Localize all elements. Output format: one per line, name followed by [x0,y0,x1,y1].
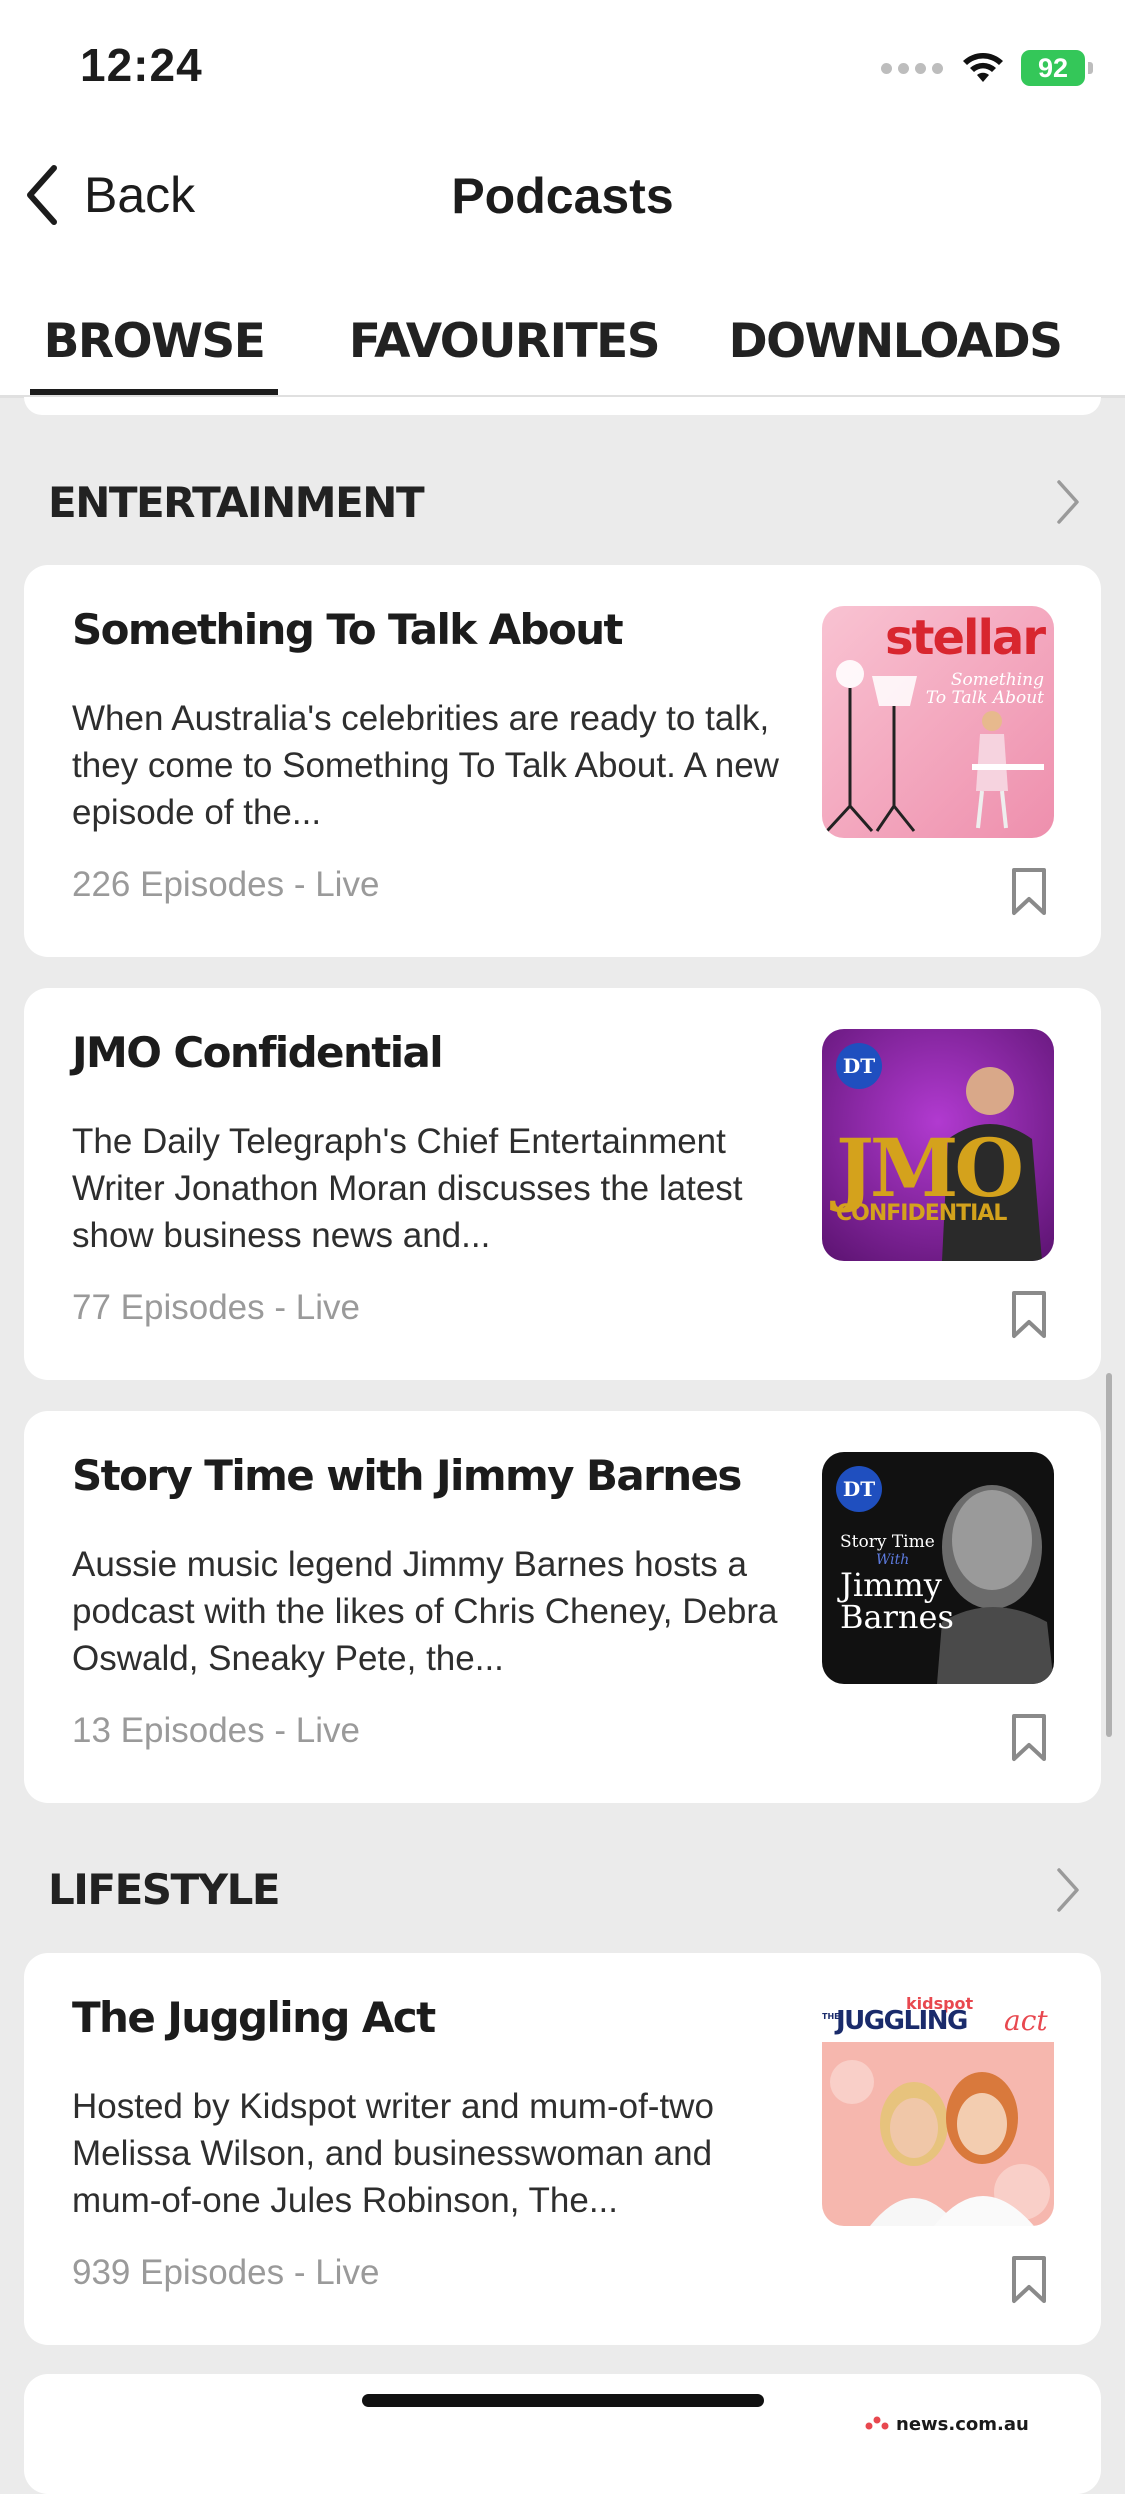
tab-bar: BROWSE FAVOURITES DOWNLOADS [0,290,1125,398]
wifi-icon [963,53,1003,82]
artwork-line-1: Story Time [840,1532,935,1552]
studio-lights-illustration [825,660,1044,833]
status-icons: 92 [881,48,1093,88]
tab-downloads[interactable]: DOWNLOADS [729,290,1063,392]
podcast-episode-count: 13 Episodes - Live [72,1711,360,1750]
chevron-right-icon[interactable] [1055,478,1081,526]
previous-card-peek [24,397,1101,415]
top-bar: 12:24 92 Back Podcasts BROWSE FAVOURITES… [0,0,1125,398]
artwork-logo-suffix: act [1004,2004,1048,2037]
podcast-description: The Daily Telegraph's Chief Entertainmen… [72,1122,743,1255]
bookmark-icon[interactable] [1010,867,1048,917]
podcast-title: Story Time with Jimmy Barnes [72,1451,742,1500]
signal-icon [881,62,943,74]
tab-browse[interactable]: BROWSE [30,290,278,395]
podcast-card-jmo-confidential[interactable]: JMO Confidential The Daily Telegraph's C… [24,988,1101,1380]
bookmark-icon[interactable] [1010,1713,1048,1763]
artwork-logo-sub: CONFIDENTIAL [836,1201,1007,1226]
chevron-right-icon[interactable] [1055,1866,1081,1914]
news-logo-dots-icon [865,2416,889,2430]
podcast-artwork: DT Story Time With Jimmy Barnes [822,1452,1054,1684]
podcast-episode-count: 226 Episodes - Live [72,865,380,904]
status-time: 12:24 [80,39,203,91]
podcast-episode-count: 77 Episodes - Live [72,1288,360,1327]
hosts-illustration [822,2042,1054,2226]
home-indicator[interactable] [362,2394,764,2407]
podcast-card-something-to-talk-about[interactable]: Something To Talk About When Australia's… [24,565,1101,957]
podcast-description: When Australia's celebrities are ready t… [72,699,779,832]
scrollbar[interactable] [1106,1373,1112,1737]
battery-level: 92 [1037,52,1069,83]
artwork-logo: JUGGLING [836,2006,968,2036]
bookmark-icon[interactable] [1010,1290,1048,1340]
bookmark-icon[interactable] [1010,2255,1048,2305]
page-title: Podcasts [451,168,674,224]
podcast-title: Something To Talk About [72,605,624,654]
podcast-card-the-juggling-act[interactable]: The Juggling Act Hosted by Kidspot write… [24,1953,1101,2345]
artwork-line-4: Barnes [840,1598,954,1636]
podcast-title: The Juggling Act [72,1993,436,2042]
dt-badge: DT [836,1466,882,1512]
podcast-artwork: kidspot THE JUGGLING act [822,1994,1054,2226]
podcast-episode-count: 939 Episodes - Live [72,2253,380,2292]
podcast-description: Aussie music legend Jimmy Barnes hosts a… [72,1545,778,1678]
section-title-entertainment: ENTERTAINMENT [48,478,425,527]
section-title-lifestyle: LIFESTYLE [48,1865,281,1914]
podcast-card-story-time-jimmy-barnes[interactable]: Story Time with Jimmy Barnes Aussie musi… [24,1411,1101,1803]
next-card-brand: news.com.au [896,2414,1029,2435]
podcast-artwork: DT JMO CONFIDENTIAL [822,1029,1054,1261]
podcast-title: JMO Confidential [72,1028,444,1077]
tab-favourites[interactable]: FAVOURITES [345,290,663,392]
battery-icon: 92 [1021,50,1093,86]
podcast-description: Hosted by Kidspot writer and mum-of-two … [72,2087,714,2220]
podcast-card-next[interactable]: news.com.au [24,2374,1101,2494]
podcast-artwork: stellar Something To Talk About [822,606,1054,838]
